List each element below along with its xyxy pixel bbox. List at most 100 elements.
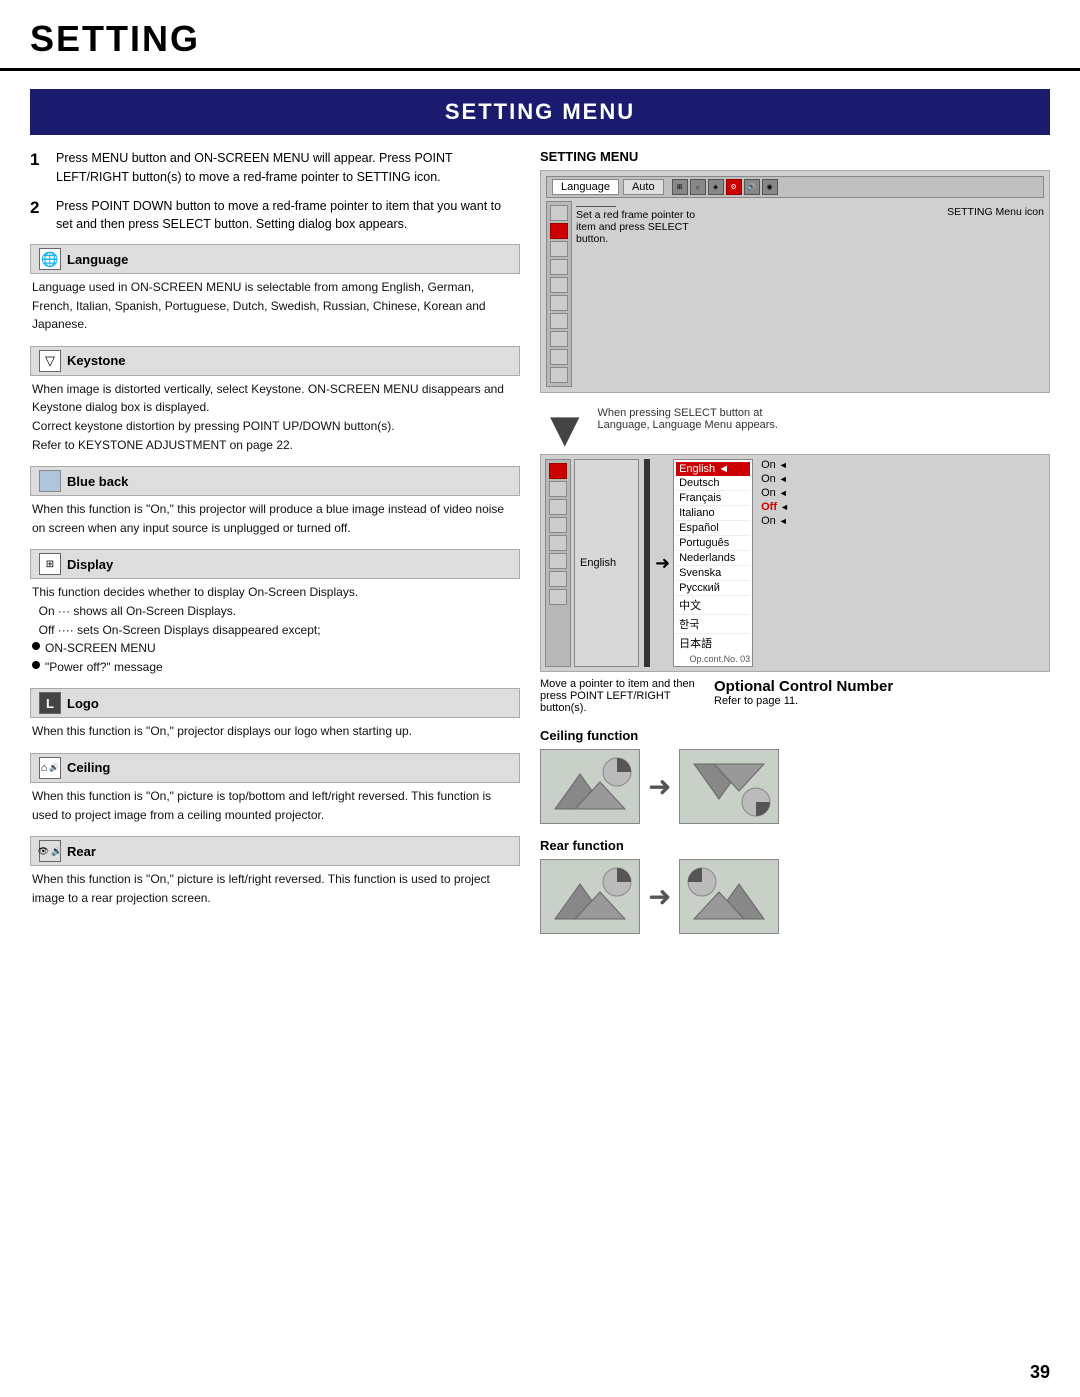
ceiling-label-row: ⌂🔊 Ceiling [30, 753, 520, 783]
ceiling-icon: ⌂🔊 [39, 757, 61, 779]
keystone-label: Keystone [67, 353, 126, 368]
display-label: Display [67, 557, 113, 572]
move-pointer-area: Move a pointer to item and then press PO… [540, 678, 1050, 714]
menu-lang-item: Language [552, 179, 619, 195]
ll-icon-3 [549, 517, 567, 533]
step-2-text: Press POINT DOWN button to move a red-fr… [56, 197, 520, 235]
ceiling-body: When this function is "On," picture is t… [30, 787, 520, 824]
rear-function-title: Rear function [540, 838, 1050, 853]
ml-icon-3 [550, 259, 568, 275]
language-body: Language used in ON-SCREEN MENU is selec… [30, 278, 520, 334]
anno-menu-icon: SETTING Menu icon [947, 206, 1044, 245]
lang-left-panel [545, 459, 571, 667]
lang-item-english: English ◄ [676, 462, 750, 476]
lang-item-nederlands: Nederlands [676, 551, 750, 566]
rmv-row-4: Off ◄ [761, 501, 789, 513]
lang-item-deutsch: Deutsch [676, 476, 750, 491]
language-list: English ◄ Deutsch Français Italiano Espa… [673, 459, 753, 667]
language-menu-diagram: English ➜ English ◄ Deutsch Français Ita… [540, 454, 1050, 672]
rear-label-row: 👁🔊 Rear [30, 836, 520, 866]
ll-icon-7 [549, 589, 567, 605]
logo-icon: L [39, 692, 61, 714]
setting-menu-diagram-title: SETTING MENU [540, 149, 1050, 164]
lang-thick-border [644, 459, 650, 667]
down-arrow-container: ▼ [540, 399, 590, 454]
ml-icon-4 [550, 277, 568, 293]
menu-icon-1: ⊞ [672, 179, 688, 195]
page-number: 39 [1030, 1362, 1050, 1383]
menu-icon-5: ◉ [762, 179, 778, 195]
right-column: SETTING MENU Language Auto ⊞ ☼ ◈ ⚙ 🔊 ◉ [540, 135, 1050, 948]
lang-item-japanese: 日本語 [676, 634, 750, 652]
logo-label-row: L Logo [30, 688, 520, 718]
language-section: 🌐 Language Language used in ON-SCREEN ME… [30, 244, 520, 334]
logo-section: L Logo When this function is "On," proje… [30, 688, 520, 741]
ll-icon-active [549, 463, 567, 479]
ll-icon-6 [549, 571, 567, 587]
lang-menu-inner: English ➜ English ◄ Deutsch Français Ita… [545, 459, 1045, 667]
menu-bar-row: Language Auto ⊞ ☼ ◈ ⚙ 🔊 ◉ [546, 176, 1044, 198]
lang-item-russian: Русский [676, 581, 750, 596]
lang-selected-text: English [580, 557, 616, 569]
ceiling-before-svg [545, 754, 635, 819]
lang-item-francais: Français [676, 491, 750, 506]
ceiling-label: Ceiling [67, 760, 110, 775]
page-title: SETTING [30, 18, 1050, 60]
menu-auto-item: Auto [623, 179, 664, 195]
ml-icon-6 [550, 313, 568, 329]
menu-icon-2: ☼ [690, 179, 706, 195]
anno-red-frame: Set a red frame pointer to item and pres… [576, 206, 706, 245]
step-1-number: 1 [30, 147, 48, 187]
blue-back-body: When this function is "On," this project… [30, 500, 520, 537]
ml-icon-8 [550, 349, 568, 365]
menu-left-panel [546, 201, 572, 387]
content-area: 1 Press MENU button and ON-SCREEN MENU w… [0, 135, 1080, 948]
blue-back-section: Blue back When this function is "On," th… [30, 466, 520, 537]
menu-icon-4: 🔊 [744, 179, 760, 195]
opt-ctrl-subtitle: Refer to page 11. [714, 695, 893, 707]
ceiling-function-section: Ceiling function ➜ [540, 728, 1050, 824]
step-1-text: Press MENU button and ON-SCREEN MENU wil… [56, 149, 520, 187]
keystone-section: ▽ Keystone When image is distorted verti… [30, 346, 520, 454]
rear-icon: 👁🔊 [39, 840, 61, 862]
section-header: SETTING MENU [30, 89, 1050, 135]
rmv-row-2: On ◄ [761, 473, 789, 485]
anno-row: Set a red frame pointer to item and pres… [576, 206, 1044, 245]
down-arrow-icon: ▼ [540, 404, 590, 454]
lang-item-chinese: 中文 [676, 596, 750, 615]
ll-icon-2 [549, 499, 567, 515]
display-bullet-1: ON-SCREEN MENU [32, 639, 518, 658]
menu-icon-3: ◈ [708, 179, 724, 195]
lang-item-portugues: Português [676, 536, 750, 551]
display-bullet-2: "Power off?" message [32, 658, 518, 677]
rear-before-image [540, 859, 640, 934]
display-section: ⊞ Display This function decides whether … [30, 549, 520, 676]
arrow-annotation: When pressing SELECT button at Language,… [598, 407, 798, 431]
lang-item-svenska: Svenska [676, 566, 750, 581]
rear-body: When this function is "On," picture is l… [30, 870, 520, 907]
rear-label: Rear [67, 844, 96, 859]
ll-icon-5 [549, 553, 567, 569]
display-body: This function decides whether to display… [30, 583, 520, 676]
ll-icon-1 [549, 481, 567, 497]
lang-selected-box: English [574, 459, 639, 667]
setting-menu-diagram: Language Auto ⊞ ☼ ◈ ⚙ 🔊 ◉ [540, 170, 1050, 393]
ceiling-images-row: ➜ [540, 749, 1050, 824]
ml-icon-5 [550, 295, 568, 311]
opt-ctrl-title: Optional Control Number [714, 678, 893, 695]
lang-item-korean: 한국 [676, 615, 750, 634]
optional-control: Optional Control Number Refer to page 11… [714, 678, 893, 707]
lang-item-italiano: Italiano [676, 506, 750, 521]
keystone-label-row: ▽ Keystone [30, 346, 520, 376]
step-2-number: 2 [30, 195, 48, 235]
menu-icons-group: ⊞ ☼ ◈ ⚙ 🔊 ◉ [672, 179, 778, 195]
ll-icon-4 [549, 535, 567, 551]
language-label: Language [67, 252, 128, 267]
blue-back-label: Blue back [67, 474, 128, 489]
left-column: 1 Press MENU button and ON-SCREEN MENU w… [30, 135, 520, 948]
ceiling-before-image [540, 749, 640, 824]
rear-after-svg [684, 864, 774, 929]
rear-images-row: ➜ [540, 859, 1050, 934]
rear-arrow: ➜ [648, 880, 671, 913]
ceiling-section: ⌂🔊 Ceiling When this function is "On," p… [30, 753, 520, 824]
